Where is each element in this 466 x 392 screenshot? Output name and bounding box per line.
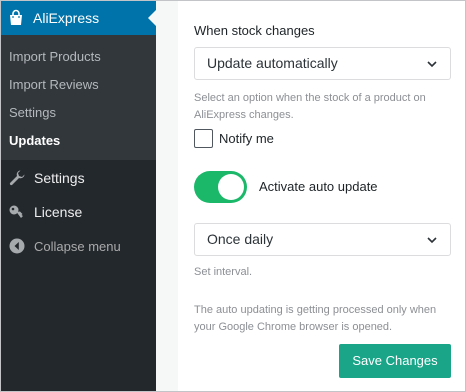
toggle-knob (218, 174, 244, 200)
save-changes-button[interactable]: Save Changes (339, 344, 451, 378)
stock-select-value: Update automatically (207, 55, 338, 71)
chevron-down-icon (427, 237, 437, 244)
settings-panel: When stock changes Update automatically … (178, 1, 465, 391)
collapse-arrow-icon (9, 238, 25, 254)
sidebar-item-license[interactable]: License (1, 195, 156, 229)
admin-sidebar: AliExpress Import Products Import Review… (1, 1, 156, 391)
sidebar-item-settings[interactable]: Settings (1, 161, 156, 195)
shopping-bag-icon (10, 9, 22, 25)
stock-help-text: Select an option when the stock of a pro… (194, 92, 426, 121)
interval-select[interactable]: Once daily (194, 223, 451, 256)
stock-label: When stock changes (194, 23, 315, 38)
chevron-down-icon (427, 61, 437, 68)
current-menu-arrow (148, 10, 156, 26)
sidebar-item-label: Settings (34, 170, 85, 186)
collapse-menu-button[interactable]: Collapse menu (1, 229, 156, 263)
key-icon (9, 205, 23, 218)
interval-help-text: Set interval. (194, 266, 253, 278)
submenu-item-updates[interactable]: Updates (1, 127, 156, 155)
sidebar-item-label: License (34, 204, 83, 220)
notify-checkbox[interactable] (194, 129, 213, 148)
sidebar-item-label: Collapse menu (34, 238, 121, 254)
stock-select[interactable]: Update automatically (194, 47, 451, 80)
submenu-item-settings[interactable]: Settings (1, 99, 156, 127)
auto-update-toggle[interactable] (194, 171, 247, 203)
sidebar-submenu: Import Products Import Reviews Settings … (1, 35, 156, 160)
interval-select-value: Once daily (207, 231, 274, 247)
submenu-item-import-products[interactable]: Import Products (1, 43, 156, 71)
submenu-item-import-reviews[interactable]: Import Reviews (1, 71, 156, 99)
sidebar-item-label: AliExpress (33, 10, 100, 26)
window: AliExpress Import Products Import Review… (0, 0, 466, 392)
browser-note: The auto updating is getting processed o… (194, 304, 437, 333)
notify-label: Notify me (219, 131, 274, 146)
sidebar-item-aliexpress[interactable]: AliExpress (1, 1, 156, 35)
auto-update-label: Activate auto update (259, 179, 378, 194)
wrench-icon (9, 170, 25, 186)
